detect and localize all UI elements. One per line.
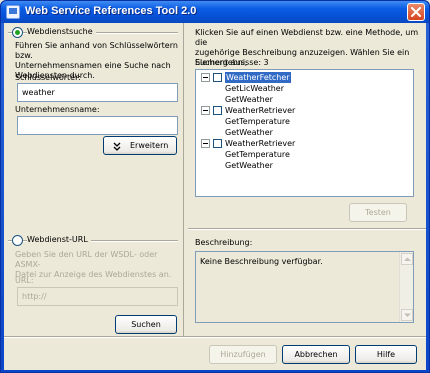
tree-method-label[interactable]: GetWeather: [225, 94, 273, 105]
collapse-icon[interactable]: [201, 139, 210, 148]
tree-method-label[interactable]: GetTemperature: [225, 149, 290, 160]
tree-service-row[interactable]: WeatherRetriever: [196, 105, 396, 116]
service-checkbox[interactable]: [213, 139, 222, 148]
description-box[interactable]: Keine Beschreibung verfügbar.: [195, 251, 414, 323]
test-button[interactable]: Testen: [349, 203, 407, 222]
company-input[interactable]: [17, 116, 178, 135]
footer-divider: [4, 336, 426, 338]
service-checkbox[interactable]: [213, 73, 222, 82]
right-divider: [188, 228, 426, 230]
url-radio[interactable]: [12, 235, 23, 246]
results-tree[interactable]: WeatherFetcher GetLicWeather GetWeather Wea…: [195, 69, 414, 197]
keywords-label: Schlüsselwörter:: [15, 73, 81, 82]
tree-service-row[interactable]: WeatherRetriever: [196, 138, 396, 149]
tree-method-label[interactable]: GetTemperature: [225, 116, 290, 127]
url-input[interactable]: http://: [17, 287, 178, 306]
window-title: Web Service References Tool 2.0: [25, 5, 197, 17]
scroll-up-button[interactable]: [401, 253, 413, 265]
app-window: Web Service References Tool 2.0 Webdiens…: [0, 0, 430, 373]
tree-service-label[interactable]: WeatherFetcher: [225, 72, 291, 83]
search-radio-label[interactable]: Webdienstsuche: [27, 27, 96, 37]
add-button[interactable]: Hinzufügen: [209, 345, 277, 364]
tree-service-label[interactable]: WeatherRetriever: [225, 138, 295, 149]
tree-service-label[interactable]: WeatherRetriever: [225, 105, 295, 116]
dialog-client-area: Webdienstsuche Führen Sie anhand von Sch…: [4, 23, 426, 370]
collapse-icon[interactable]: [201, 106, 210, 115]
search-panel: Webdienstsuche Führen Sie anhand von Sch…: [4, 23, 184, 336]
tree-method-label[interactable]: GetWeather: [225, 160, 273, 171]
tree-method-label[interactable]: GetLicWeather: [225, 83, 284, 94]
description-text: Keine Beschreibung verfügbar.: [200, 257, 323, 266]
url-radio-label[interactable]: Webdienst-URL: [27, 235, 91, 245]
expand-button[interactable]: Erweitern: [103, 136, 177, 155]
search-button[interactable]: Suchen: [115, 315, 177, 334]
keywords-input[interactable]: weather: [17, 83, 178, 102]
service-checkbox[interactable]: [213, 106, 222, 115]
results-count: Suchergebnisse: 3: [195, 58, 269, 67]
help-button[interactable]: Hilfe: [355, 345, 417, 364]
company-label: Unternehmensname:: [15, 105, 100, 114]
double-chevron-down-icon: [113, 142, 121, 151]
scroll-up-icon: [404, 257, 411, 261]
description-scrollbar[interactable]: [399, 252, 413, 322]
close-icon: [411, 7, 421, 17]
scroll-down-button[interactable]: [401, 309, 413, 321]
url-label: URL:: [15, 276, 34, 285]
scroll-down-icon: [404, 313, 411, 317]
collapse-icon[interactable]: [201, 73, 210, 82]
cancel-button[interactable]: Abbrechen: [282, 345, 350, 364]
tree-service-row[interactable]: WeatherFetcher: [196, 72, 396, 83]
tree-method-label[interactable]: GetWeather: [225, 127, 273, 138]
title-bar[interactable]: Web Service References Tool 2.0: [1, 1, 429, 23]
app-icon: [6, 5, 20, 19]
expand-button-label: Erweitern: [130, 141, 169, 150]
description-label: Beschreibung:: [195, 238, 253, 247]
search-radio[interactable]: [12, 27, 23, 38]
url-description: Geben Sie den URL der WSDL- oder ASMX- D…: [15, 250, 172, 279]
close-button[interactable]: [407, 3, 425, 21]
